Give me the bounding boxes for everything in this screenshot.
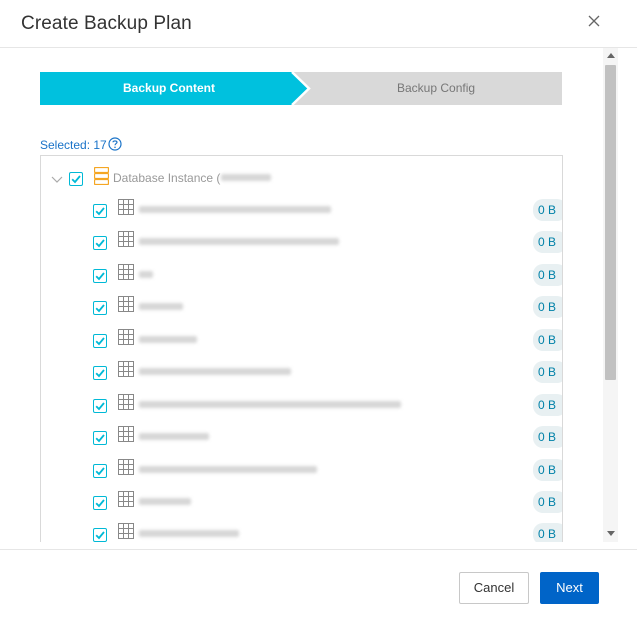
dialog-footer: Cancel Next: [0, 549, 637, 621]
redacted-table-name: [139, 466, 317, 473]
table-size-badge: 0 B: [533, 296, 562, 318]
redacted-table-name: [139, 336, 197, 343]
table-selection-tree: Database Instance ( 0 B 0 B 0 B 0 B 0 B …: [40, 155, 563, 542]
table-size-badge: 0 B: [533, 523, 562, 542]
dialog-scrollbar[interactable]: [603, 48, 618, 542]
dialog-title: Create Backup Plan: [21, 13, 192, 34]
question-circle-icon[interactable]: [108, 137, 122, 151]
close-icon[interactable]: [586, 13, 602, 29]
root-checkbox[interactable]: [69, 172, 83, 186]
table-size-badge: 0 B: [533, 264, 562, 286]
table-size-badge: 0 B: [533, 426, 562, 448]
table-icon: [118, 491, 134, 507]
table-size-badge: 0 B: [533, 459, 562, 481]
table-checkbox[interactable]: [93, 301, 107, 315]
table-row[interactable]: 0 B: [41, 422, 562, 454]
step-backup-config[interactable]: Backup Config: [397, 81, 475, 95]
table-size-badge: 0 B: [533, 199, 562, 221]
tree-root-database-instance[interactable]: Database Instance (: [41, 163, 562, 195]
database-instance-label: Database Instance (: [113, 171, 221, 185]
table-checkbox[interactable]: [93, 528, 107, 542]
create-backup-plan-dialog: Create Backup Plan Backup Content Backup…: [0, 0, 637, 621]
table-checkbox[interactable]: [93, 496, 107, 510]
table-row[interactable]: 0 B: [41, 325, 562, 357]
table-checkbox[interactable]: [93, 431, 107, 445]
database-icon: [93, 166, 110, 186]
redacted-table-name: [139, 433, 209, 440]
step-progress: Backup Content Backup Config: [40, 72, 562, 105]
redacted-table-name: [139, 401, 401, 408]
table-icon: [118, 361, 134, 377]
step-backup-content[interactable]: Backup Content: [123, 81, 215, 95]
table-checkbox[interactable]: [93, 366, 107, 380]
table-icon: [118, 394, 134, 410]
table-checkbox[interactable]: [93, 464, 107, 478]
scroll-down-arrow-icon[interactable]: [607, 531, 615, 536]
table-row[interactable]: 0 B: [41, 260, 562, 292]
redacted-instance-name: [221, 174, 271, 181]
table-icon: [118, 231, 134, 247]
scroll-up-arrow-icon[interactable]: [607, 53, 615, 58]
redacted-table-name: [139, 206, 331, 213]
table-icon: [118, 329, 134, 345]
cancel-button[interactable]: Cancel: [459, 572, 529, 604]
redacted-table-name: [139, 368, 291, 375]
redacted-table-name: [139, 238, 339, 245]
table-size-badge: 0 B: [533, 361, 562, 383]
redacted-table-name: [139, 271, 153, 278]
table-row[interactable]: 0 B: [41, 487, 562, 519]
selected-count: Selected: 17: [40, 138, 107, 152]
redacted-table-name: [139, 303, 183, 310]
scrollbar-thumb[interactable]: [605, 65, 616, 380]
table-checkbox[interactable]: [93, 236, 107, 250]
table-size-badge: 0 B: [533, 329, 562, 351]
table-row[interactable]: 0 B: [41, 390, 562, 422]
table-checkbox[interactable]: [93, 204, 107, 218]
next-button[interactable]: Next: [540, 572, 599, 604]
redacted-table-name: [139, 498, 191, 505]
table-size-badge: 0 B: [533, 491, 562, 513]
table-icon: [118, 523, 134, 539]
table-checkbox[interactable]: [93, 334, 107, 348]
dialog-header: Create Backup Plan: [0, 0, 637, 48]
table-icon: [118, 459, 134, 475]
table-row[interactable]: 0 B: [41, 227, 562, 259]
table-checkbox[interactable]: [93, 399, 107, 413]
table-row[interactable]: 0 B: [41, 357, 562, 389]
redacted-table-name: [139, 530, 239, 537]
table-row[interactable]: 0 B: [41, 292, 562, 324]
table-row[interactable]: 0 B: [41, 195, 562, 227]
dialog-body: Backup Content Backup Config Selected: 1…: [0, 48, 603, 542]
table-icon: [118, 264, 134, 280]
table-icon: [118, 296, 134, 312]
table-row[interactable]: 0 B: [41, 519, 562, 542]
chevron-down-icon[interactable]: [51, 172, 63, 184]
table-icon: [118, 199, 134, 215]
table-icon: [118, 426, 134, 442]
table-checkbox[interactable]: [93, 269, 107, 283]
table-size-badge: 0 B: [533, 231, 562, 253]
table-row[interactable]: 0 B: [41, 455, 562, 487]
table-size-badge: 0 B: [533, 394, 562, 416]
